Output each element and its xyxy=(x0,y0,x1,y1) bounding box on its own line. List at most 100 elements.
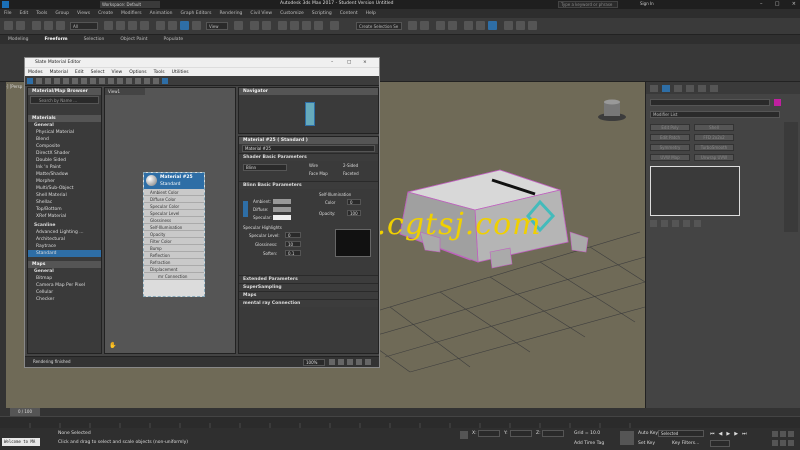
time-slider[interactable]: 0 / 100 xyxy=(0,408,800,416)
diffuse-color-swatch[interactable] xyxy=(273,207,291,212)
bind-space-warp-icon[interactable] xyxy=(56,21,65,30)
minimize-icon[interactable]: – xyxy=(760,1,763,8)
menu-create[interactable]: Create xyxy=(98,11,113,16)
toggle-ribbon-icon[interactable] xyxy=(448,21,457,30)
hierarchy-tab-icon[interactable] xyxy=(674,85,682,92)
subgroup-scanline[interactable]: Scanline xyxy=(28,222,101,229)
material-node[interactable]: Material #25 Standard Ambient Color Diff… xyxy=(143,172,205,297)
select-tool-icon[interactable] xyxy=(27,78,33,84)
zoom-icon[interactable] xyxy=(338,359,344,365)
menu-group[interactable]: Group xyxy=(55,11,69,16)
render-setup-icon[interactable] xyxy=(504,21,513,30)
mirror-icon[interactable] xyxy=(408,21,417,30)
list-item[interactable]: Camera Map Per Pixel xyxy=(28,282,101,289)
sme-minimize-icon[interactable]: – xyxy=(331,58,333,67)
list-item[interactable]: Physical Material xyxy=(28,129,101,136)
remove-modifier-icon[interactable] xyxy=(683,220,690,227)
view1-canvas[interactable]: View1 Material #25 Standard Ambient Colo… xyxy=(104,87,236,354)
list-item[interactable]: Shellac xyxy=(28,199,101,206)
app-logo-icon[interactable] xyxy=(2,1,9,8)
lock-ambient-diffuse-icon[interactable] xyxy=(243,201,248,217)
node-slot-refraction[interactable]: Refraction xyxy=(144,259,204,266)
opacity-value[interactable]: 100 xyxy=(347,210,361,216)
orbit-icon[interactable] xyxy=(788,431,794,437)
maxscript-listener[interactable]: Welcome to MA xyxy=(2,438,40,446)
wire-checkbox[interactable]: Wire xyxy=(309,163,318,168)
track-bar[interactable] xyxy=(0,416,800,429)
node-slot-opacity[interactable]: Opacity xyxy=(144,231,204,238)
delete-selected-icon[interactable] xyxy=(63,78,69,84)
select-manipulate-icon[interactable] xyxy=(250,21,259,30)
pan-view-icon[interactable] xyxy=(780,440,786,446)
faceted-checkbox[interactable]: Faceted xyxy=(343,171,359,176)
menu-content[interactable]: Content xyxy=(340,11,358,16)
edit-named-selection-icon[interactable] xyxy=(330,21,339,30)
material-editor-icon[interactable] xyxy=(488,21,497,30)
edit-poly-button[interactable]: Edit Poly xyxy=(650,124,690,131)
menu-modifiers[interactable]: Modifiers xyxy=(121,11,142,16)
node-header[interactable]: Material #25 Standard xyxy=(144,173,204,189)
sme-menu-options[interactable]: Options xyxy=(129,70,146,75)
sme-menu-view[interactable]: View xyxy=(112,70,123,75)
move-icon[interactable] xyxy=(156,21,165,30)
specular-level-field[interactable]: 0 xyxy=(285,232,301,238)
layer-explorer-icon[interactable] xyxy=(436,21,445,30)
set-key-big-icon[interactable] xyxy=(620,431,634,445)
list-item[interactable]: Advanced Lighting ... xyxy=(28,229,101,236)
list-item[interactable]: Architectural xyxy=(28,236,101,243)
place-icon[interactable] xyxy=(192,21,201,30)
redo-icon[interactable] xyxy=(16,21,25,30)
object-color-swatch[interactable] xyxy=(774,99,781,106)
viewcube-icon[interactable] xyxy=(598,99,626,122)
rotate-icon[interactable] xyxy=(168,21,177,30)
set-key-button[interactable]: Set Key xyxy=(638,441,655,446)
browser-search-input[interactable]: Search by Name ... xyxy=(30,96,99,104)
menu-edit[interactable]: Edit xyxy=(20,11,29,16)
add-time-tag[interactable]: Add Time Tag xyxy=(574,441,604,446)
list-item[interactable]: Composite xyxy=(28,143,101,150)
field-of-view-icon[interactable] xyxy=(772,440,778,446)
command-panel-scrollbar[interactable] xyxy=(784,122,798,232)
uvw-map-button[interactable]: UVW Map xyxy=(650,154,690,161)
glossiness-field[interactable]: 10 xyxy=(285,241,301,247)
soften-field[interactable]: 0.1 xyxy=(285,250,301,256)
pick-material-icon[interactable] xyxy=(36,78,42,84)
sign-in-link[interactable]: Sign In xyxy=(640,1,654,6)
zoom-all-icon[interactable] xyxy=(780,431,786,437)
next-frame-icon[interactable]: ▶ xyxy=(734,431,738,439)
maps-rollout[interactable]: Maps xyxy=(239,291,378,299)
pan-hand-icon[interactable]: ✋ xyxy=(109,342,117,350)
menu-rendering[interactable]: Rendering xyxy=(219,11,242,16)
menu-animation[interactable]: Animation xyxy=(150,11,173,16)
zoom-extents-icon[interactable] xyxy=(356,359,362,365)
key-mode-dropdown[interactable]: Selected xyxy=(658,430,704,437)
turbosmooth-button[interactable]: TurboSmooth xyxy=(694,144,734,151)
time-slider-thumb[interactable]: 0 / 100 xyxy=(10,408,40,416)
sme-menu-tools[interactable]: Tools xyxy=(154,70,165,75)
shader-basic-rollout[interactable]: Shader Basic Parameters xyxy=(239,153,378,161)
hide-unused-slots-icon[interactable] xyxy=(81,78,87,84)
material-id-channel-icon[interactable] xyxy=(126,78,132,84)
pin-stack-icon[interactable] xyxy=(650,220,657,227)
list-item[interactable]: Checker xyxy=(28,296,101,303)
modifier-stack-list[interactable] xyxy=(650,166,740,216)
sme-menu-material[interactable]: Material xyxy=(50,70,68,75)
menu-civil-view[interactable]: Civil View xyxy=(250,11,272,16)
motion-tab-icon[interactable] xyxy=(686,85,694,92)
sme-menu-select[interactable]: Select xyxy=(91,70,105,75)
menu-scripting[interactable]: Scripting xyxy=(312,11,332,16)
modify-tab-icon[interactable] xyxy=(662,85,670,92)
list-item[interactable]: XRef Material xyxy=(28,213,101,220)
list-item-selected[interactable]: Standard xyxy=(28,250,101,257)
filter-dropdown[interactable]: All xyxy=(70,22,98,30)
list-item[interactable]: Cellular xyxy=(28,289,101,296)
list-item[interactable]: Raytrace xyxy=(28,243,101,250)
navigator-toggle-icon[interactable] xyxy=(135,78,141,84)
key-filters-button[interactable]: Key Filters... xyxy=(672,441,699,446)
z-coord-field[interactable] xyxy=(542,430,564,437)
mental-ray-connection-rollout[interactable]: mental ray Connection xyxy=(239,299,378,307)
layout-children-icon[interactable] xyxy=(117,78,123,84)
edit-patch-button[interactable]: Edit Patch xyxy=(650,134,690,141)
list-item[interactable]: Morpher xyxy=(28,178,101,185)
sme-close-icon[interactable]: × xyxy=(363,58,367,67)
